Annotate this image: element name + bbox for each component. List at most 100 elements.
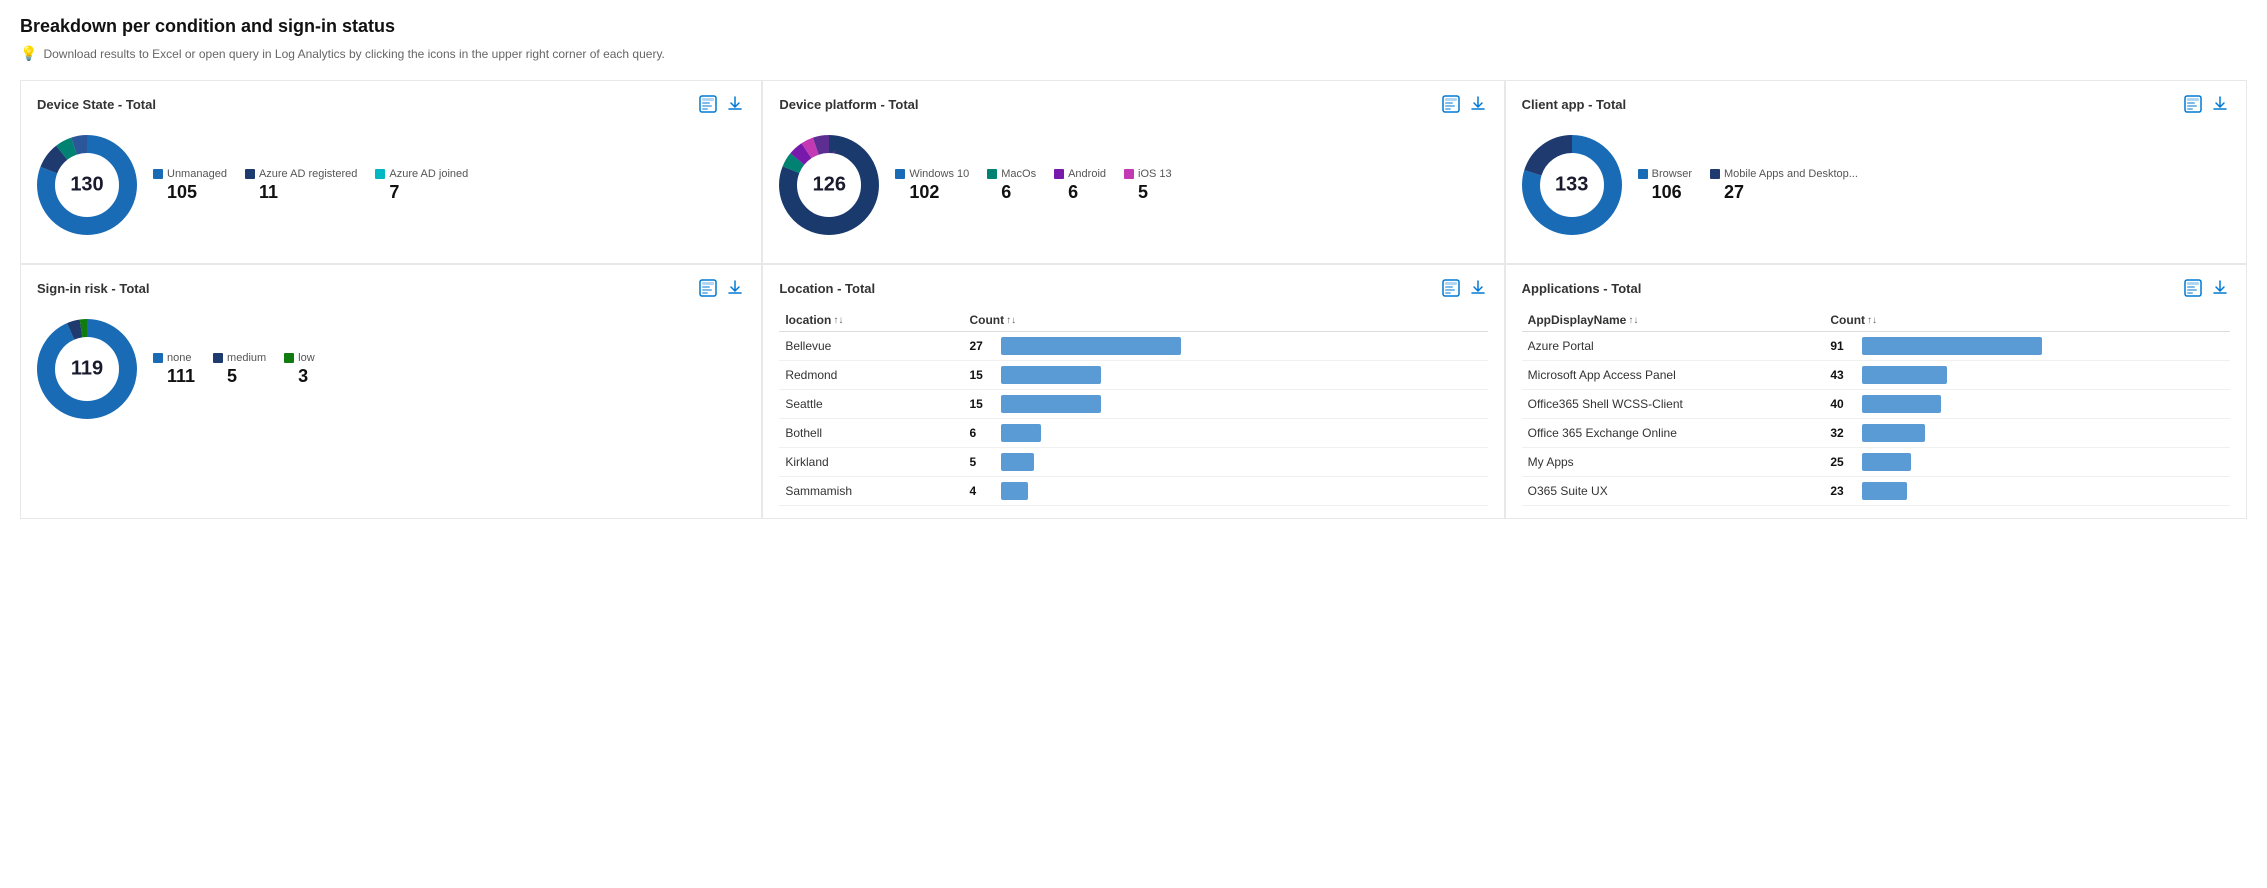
sort-icon: ↑↓ [1006,315,1016,326]
bar [1001,337,1181,355]
download-icon [2212,280,2228,296]
panel-header: Device platform - Total [779,93,1487,115]
donut-total: 119 [71,358,103,381]
table-wrapper: AppDisplayName ↑↓ Count ↑↓ [1522,309,2230,506]
table-panel: Location - Total [762,264,1504,519]
legend-item: Android 6 [1054,168,1106,203]
panel-title: Sign-in risk - Total [37,281,149,296]
col-header-count[interactable]: Count ↑↓ [963,309,1487,332]
query-icon-btn[interactable] [697,277,719,299]
row-name: Microsoft App Access Panel [1522,361,1825,390]
legend-value: 111 [167,366,195,387]
table-row: My Apps 25 [1522,448,2230,477]
legend-item: Azure AD registered 11 [245,168,357,203]
legend: Unmanaged 105 Azure AD registered 11 [153,168,468,203]
query-icon-btn[interactable] [2182,277,2204,299]
row-count: 15 [963,361,1487,390]
bar [1862,337,2042,355]
table-row: Bellevue 27 [779,332,1487,361]
legend-name: low [298,352,315,364]
legend-item: Azure AD joined 7 [375,168,468,203]
chart-row: 130 Unmanaged 105 Azure AD [37,125,745,251]
download-icon-btn[interactable] [2210,94,2230,114]
panel-header: Location - Total [779,277,1487,299]
row-count: 15 [963,390,1487,419]
download-icon-btn[interactable] [2210,278,2230,298]
legend-value: 5 [1138,182,1148,203]
panel-header: Applications - Total [1522,277,2230,299]
download-icon-btn[interactable] [1468,278,1488,298]
sort-icon: ↑↓ [1628,315,1638,326]
legend-item: iOS 13 5 [1124,168,1172,203]
row-count: 32 [1824,419,2230,448]
donut-chart: 126 [779,135,879,235]
table-row: O365 Suite UX 23 [1522,477,2230,506]
legend-value: 106 [1652,182,1682,203]
table-row: Office 365 Exchange Online 32 [1522,419,2230,448]
table-row: Redmond 15 [779,361,1487,390]
col-header-count[interactable]: Count ↑↓ [1824,309,2230,332]
row-name: Redmond [779,361,963,390]
chart-row: 133 Browser 106 Mobile App [1522,125,2230,251]
legend-name: Azure AD joined [389,168,468,180]
legend: Browser 106 Mobile Apps and Desktop... 2… [1638,168,1858,203]
table-row: Office365 Shell WCSS-Client 40 [1522,390,2230,419]
col-header-name[interactable]: location ↑↓ [779,309,963,332]
legend-item: none 111 [153,352,195,387]
panel-title: Location - Total [779,281,875,296]
legend-name: Windows 10 [909,168,969,180]
legend-item: MacOs 6 [987,168,1036,203]
query-icon [699,95,717,113]
legend-name: none [167,352,191,364]
col-header-name[interactable]: AppDisplayName ↑↓ [1522,309,1825,332]
download-icon [2212,96,2228,112]
legend-name: Azure AD registered [259,168,357,180]
data-table: AppDisplayName ↑↓ Count ↑↓ [1522,309,2230,506]
panel-actions [2182,93,2230,115]
legend-name: Browser [1652,168,1692,180]
download-icon-btn[interactable] [725,94,745,114]
row-count: 6 [963,419,1487,448]
legend-name: medium [227,352,266,364]
bar [1862,482,1907,500]
query-icon-btn[interactable] [1440,93,1462,115]
download-icon-btn[interactable] [725,278,745,298]
query-icon-btn[interactable] [697,93,719,115]
legend-item: Unmanaged 105 [153,168,227,203]
panel-title: Client app - Total [1522,97,1626,112]
legend-swatch [1124,169,1134,179]
download-icon [1470,280,1486,296]
bar [1862,395,1941,413]
legend: Windows 10 102 MacOs 6 [895,168,1171,203]
panel-actions [1440,277,1488,299]
row-name: Sammamish [779,477,963,506]
legend-value: 7 [389,182,399,203]
query-icon [2184,279,2202,297]
legend-value: 6 [1068,182,1078,203]
table-row: Microsoft App Access Panel 43 [1522,361,2230,390]
query-icon-btn[interactable] [2182,93,2204,115]
legend-swatch [987,169,997,179]
query-icon-btn[interactable] [1440,277,1462,299]
download-icon [727,96,743,112]
legend-value: 5 [227,366,237,387]
legend: none 111 medium 5 [153,352,315,387]
data-table: location ↑↓ Count ↑↓ Bel [779,309,1487,506]
legend-item: Windows 10 102 [895,168,969,203]
row-name: Azure Portal [1522,332,1825,361]
donut-total: 126 [813,174,846,197]
legend-swatch [1054,169,1064,179]
bar [1862,366,1947,384]
row-name: Bothell [779,419,963,448]
bar [1001,482,1028,500]
panel-actions [697,93,745,115]
chart-row: 126 Windows 10 102 MacOs [779,125,1487,251]
query-icon [2184,95,2202,113]
table-header-row: AppDisplayName ↑↓ Count ↑↓ [1522,309,2230,332]
download-icon-btn[interactable] [1468,94,1488,114]
row-name: O365 Suite UX [1522,477,1825,506]
bar [1001,395,1101,413]
legend-value: 11 [259,182,278,203]
bar [1862,424,1925,442]
row-name: Kirkland [779,448,963,477]
